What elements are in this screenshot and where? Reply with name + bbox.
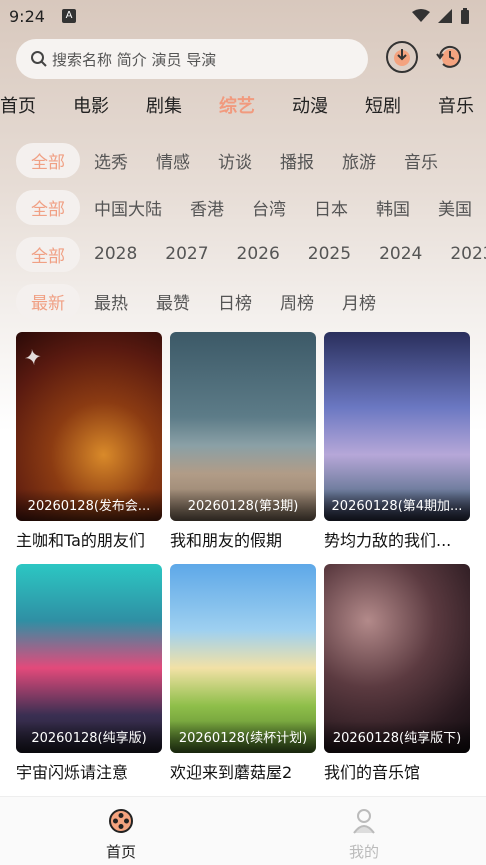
year-chip[interactable]: 2024 <box>379 244 422 264</box>
region-filter-row: 全部 中国大陆 香港 台湾 日本 韩国 美国 <box>16 189 486 225</box>
nav-home[interactable]: 首页 <box>91 807 151 862</box>
download-button[interactable] <box>386 41 418 73</box>
poster-image[interactable]: 20260128(续杯计划) <box>170 564 316 753</box>
region-chip[interactable]: 韩国 <box>376 195 410 220</box>
sort-chip[interactable]: 日榜 <box>218 289 252 314</box>
region-chip[interactable]: 日本 <box>314 195 348 220</box>
genre-chip[interactable]: 旅游 <box>342 148 376 173</box>
region-chip[interactable]: 香港 <box>190 195 224 220</box>
poster-image[interactable]: 20260128(纯享版下) <box>324 564 470 753</box>
episode-badge: 20260128(纯享版下) <box>324 721 470 753</box>
genre-filter-row: 全部 选秀 情感 访谈 播报 旅游 音乐 <box>16 142 466 178</box>
poster-image[interactable]: 20260128(纯享版) <box>16 564 162 753</box>
genre-chip[interactable]: 情感 <box>156 148 190 173</box>
signal-icon <box>438 9 452 23</box>
sort-chip[interactable]: 月榜 <box>342 289 376 314</box>
battery-icon <box>461 8 469 24</box>
show-card[interactable]: 20260128(纯享版下) 我们的音乐馆 <box>324 564 470 783</box>
category-tabs: 首页 电影 剧集 综艺 动漫 短剧 音乐 <box>0 92 486 122</box>
bottom-nav: 首页 我的 <box>0 796 486 865</box>
show-title[interactable]: 主咖和Ta的朋友们 <box>16 527 162 551</box>
tab-music[interactable]: 音乐 <box>438 92 474 122</box>
genre-chip-all[interactable]: 全部 <box>16 142 80 178</box>
show-title[interactable]: 我和朋友的假期 <box>170 527 316 551</box>
year-chip[interactable]: 2026 <box>237 244 280 264</box>
region-chip[interactable]: 中国大陆 <box>94 195 162 220</box>
show-card[interactable]: 20260128(续杯计划) 欢迎来到蘑菇屋2 <box>170 564 316 783</box>
genre-chip[interactable]: 音乐 <box>404 148 438 173</box>
wifi-icon <box>412 9 430 22</box>
sort-chip[interactable]: 最赞 <box>156 289 190 314</box>
nav-home-label: 首页 <box>105 843 136 861</box>
notification-icon: A <box>62 9 76 23</box>
show-card[interactable]: 20260128(第4期加... 势均力敌的我们... <box>324 332 470 551</box>
genre-chip[interactable]: 播报 <box>280 148 314 173</box>
show-card[interactable]: 20260128(纯享版) 宇宙闪烁请注意 <box>16 564 162 783</box>
poster-art: ✦ <box>22 344 45 373</box>
status-bar: 9:24 A <box>0 0 486 34</box>
year-chip[interactable]: 2027 <box>165 244 208 264</box>
search-bar[interactable]: 搜索名称 简介 演员 导演 <box>16 39 368 79</box>
genre-chip[interactable]: 访谈 <box>218 148 252 173</box>
show-title[interactable]: 势均力敌的我们... <box>324 527 470 551</box>
year-filter-row: 全部 2028 2027 2026 2025 2024 2023 <box>16 236 486 272</box>
home-film-icon <box>109 809 133 833</box>
year-chip[interactable]: 2025 <box>308 244 351 264</box>
region-chip[interactable]: 台湾 <box>252 195 286 220</box>
nav-mine-label: 我的 <box>348 843 379 861</box>
poster-image[interactable]: 20260128(第3期) <box>170 332 316 521</box>
show-title[interactable]: 欢迎来到蘑菇屋2 <box>170 759 316 783</box>
tab-anime[interactable]: 动漫 <box>292 92 328 122</box>
tab-series[interactable]: 剧集 <box>146 92 182 122</box>
region-chip-all[interactable]: 全部 <box>16 189 80 225</box>
tab-home[interactable]: 首页 <box>0 92 36 122</box>
user-icon <box>353 809 375 834</box>
search-icon <box>31 51 47 67</box>
nav-mine[interactable]: 我的 <box>334 807 394 862</box>
sort-chip[interactable]: 周榜 <box>280 289 314 314</box>
sort-filter-row: 最新 最热 最赞 日榜 周榜 月榜 <box>16 283 404 319</box>
download-icon <box>394 49 410 66</box>
poster-image[interactable]: 20260128(第4期加... <box>324 332 470 521</box>
episode-badge: 20260128(发布会... <box>16 489 162 521</box>
episode-badge: 20260128(第4期加... <box>324 489 470 521</box>
region-chip[interactable]: 美国 <box>438 195 472 220</box>
sort-chip-latest[interactable]: 最新 <box>16 283 80 319</box>
year-chip[interactable]: 2028 <box>94 244 137 264</box>
history-button[interactable] <box>434 41 466 73</box>
episode-badge: 20260128(第3期) <box>170 489 316 521</box>
show-title[interactable]: 我们的音乐馆 <box>324 759 470 783</box>
tab-short-drama[interactable]: 短剧 <box>365 92 401 122</box>
sort-chip[interactable]: 最热 <box>94 289 128 314</box>
episode-badge: 20260128(续杯计划) <box>170 721 316 753</box>
history-icon <box>436 45 461 68</box>
status-time: 9:24 <box>9 7 45 26</box>
year-chip-all[interactable]: 全部 <box>16 236 80 272</box>
show-card[interactable]: ✦ 20260128(发布会... 主咖和Ta的朋友们 <box>16 332 162 551</box>
poster-image[interactable]: ✦ 20260128(发布会... <box>16 332 162 521</box>
search-placeholder: 搜索名称 简介 演员 导演 <box>52 50 217 69</box>
tab-movie[interactable]: 电影 <box>73 92 109 122</box>
show-card[interactable]: 20260128(第3期) 我和朋友的假期 <box>170 332 316 551</box>
genre-chip[interactable]: 选秀 <box>94 148 128 173</box>
year-chip[interactable]: 2023 <box>450 244 486 264</box>
status-icons <box>412 8 470 24</box>
show-title[interactable]: 宇宙闪烁请注意 <box>16 759 162 783</box>
tab-variety[interactable]: 综艺 <box>219 92 255 122</box>
episode-badge: 20260128(纯享版) <box>16 721 162 753</box>
